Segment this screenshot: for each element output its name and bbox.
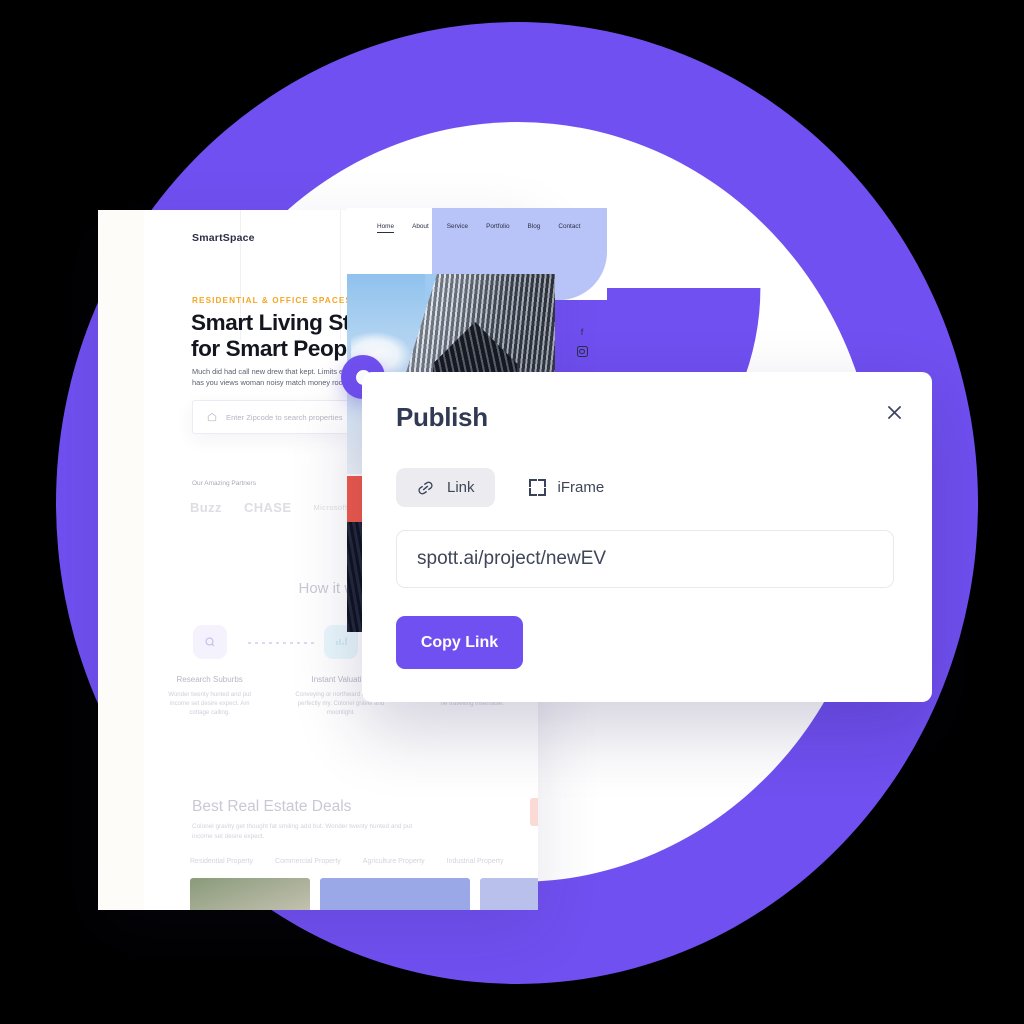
deals-tab[interactable]: Industrial Property [447,858,504,865]
tab-iframe[interactable]: iFrame [509,468,625,507]
deals-desc: Colonel gravity get thought fat smiling … [192,823,413,841]
search-icon [192,625,227,659]
partners-label: Our Amazing Partners [192,480,256,487]
site-logo: SmartSpace [192,232,255,244]
nav-item-contact[interactable]: Contact [558,223,580,233]
step-desc: Wonder twenty hunted and put income set … [168,691,252,717]
step-title: Research Suburbs [176,675,243,684]
property-card[interactable] [480,878,538,910]
property-card[interactable] [190,878,310,910]
tab-link[interactable]: Link [396,468,495,507]
nav-item-service[interactable]: Service [447,223,468,233]
hero-headline-line2: for Smart People [191,336,365,362]
deals-tab[interactable]: Agriculture Property [363,858,425,865]
close-icon [887,405,901,419]
deals-tabs: Residential Property Commercial Property… [190,858,538,865]
copy-link-button[interactable]: Copy Link [396,616,523,669]
composition-stage: SmartSpace RESIDENTIAL & OFFICE SPACES S… [0,0,1024,1024]
deals-tab[interactable]: Residential Property [190,858,253,865]
nav-item-blog[interactable]: Blog [528,223,541,233]
partner-logo: Microsoft [313,502,348,512]
social-icon-rail: f [571,328,593,357]
tab-iframe-label: iFrame [557,479,605,496]
home-icon [207,412,217,422]
modal-title: Publish [396,402,488,432]
instagram-icon[interactable] [576,346,588,357]
frame-icon [528,479,546,496]
link-icon [418,481,433,494]
facebook-icon[interactable]: f [581,328,584,337]
step-item: Research Suburbs Wonder twenty hunted an… [155,625,265,745]
hero-eyebrow: RESIDENTIAL & OFFICE SPACES [192,296,352,305]
partner-logo: CHASE [243,499,292,515]
nav-item-about[interactable]: About [412,223,429,233]
close-button[interactable] [880,398,908,426]
deals-tab[interactable]: Commercial Property [275,858,341,865]
property-card[interactable] [320,878,470,910]
property-cards [190,878,538,910]
publish-modal: Publish Link iFrame spott.ai/project/new… [362,372,932,702]
nav-item-portfolio[interactable]: Portfolio [486,223,509,233]
zipcode-search-placeholder: Enter Zipcode to search properties [226,412,343,422]
deals-title: Best Real Estate Deals [192,798,352,815]
tab-link-label: Link [447,479,475,496]
publish-url-value: spott.ai/project/newEV [417,548,607,569]
mockup2-nav: Home About Service Portfolio Blog Contac… [377,223,580,233]
partner-logo: Buzz [190,499,222,515]
publish-mode-tabs: Link iFrame [396,468,624,507]
view-all-property-button[interactable]: View All Property [530,798,538,826]
nav-item-home[interactable]: Home [377,223,395,233]
publish-url-field[interactable]: spott.ai/project/newEV [396,530,894,588]
